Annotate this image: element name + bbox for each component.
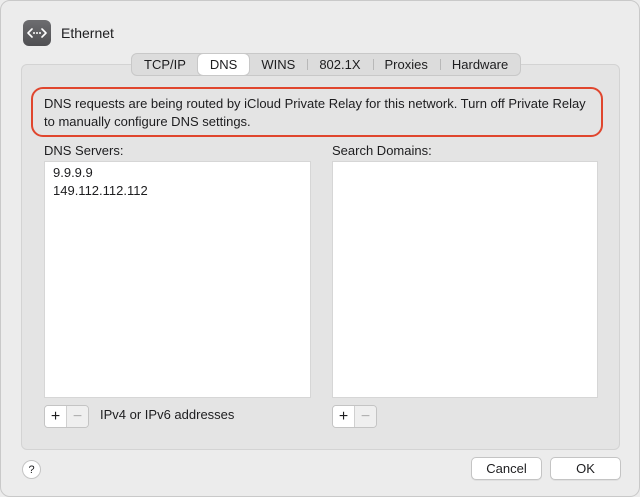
tab-wins[interactable]: WINS: [249, 54, 307, 75]
add-search-domain-button[interactable]: +: [333, 406, 354, 427]
search-domains-buttons: + −: [332, 405, 377, 428]
cancel-button[interactable]: Cancel: [471, 457, 542, 480]
ok-button[interactable]: OK: [550, 457, 621, 480]
tab-8021x[interactable]: 802.1X: [307, 54, 372, 75]
remove-dns-server-button[interactable]: −: [66, 406, 88, 427]
help-button[interactable]: ?: [22, 460, 41, 479]
dns-servers-list[interactable]: 9.9.9.9 149.112.112.112: [44, 161, 311, 398]
tab-dns[interactable]: DNS: [197, 54, 250, 75]
search-domains-list[interactable]: [332, 161, 598, 398]
add-dns-server-button[interactable]: +: [45, 406, 66, 427]
dns-servers-hint: IPv4 or IPv6 addresses: [100, 407, 235, 422]
remove-search-domain-button[interactable]: −: [354, 406, 376, 427]
list-item[interactable]: 149.112.112.112: [45, 182, 310, 200]
tab-hardware[interactable]: Hardware: [439, 54, 520, 75]
dns-servers-label: DNS Servers:: [44, 143, 124, 158]
tab-proxies[interactable]: Proxies: [372, 54, 440, 75]
private-relay-notice: DNS requests are being routed by iCloud …: [31, 87, 603, 137]
search-domains-label: Search Domains:: [332, 143, 432, 158]
tab-tcpip[interactable]: TCP/IP: [132, 54, 198, 75]
tab-bar: TCP/IP DNS WINS 802.1X Proxies Hardware: [131, 53, 522, 76]
dns-servers-buttons: + −: [44, 405, 89, 428]
ethernet-arrows-icon: [23, 20, 51, 46]
dialog-title: Ethernet: [61, 25, 114, 41]
network-dialog: Ethernet TCP/IP DNS WINS 802.1X Proxies …: [0, 0, 640, 497]
list-item[interactable]: 9.9.9.9: [45, 164, 310, 182]
